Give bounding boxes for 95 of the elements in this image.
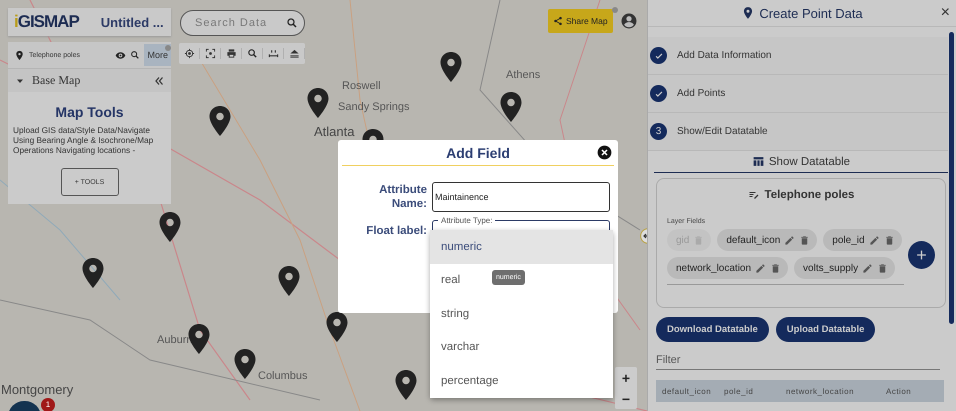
scrollbar[interactable] [949,32,954,324]
place-label: Montgomery [1,382,74,397]
edit-icon[interactable] [784,234,796,246]
card-title: Telephone poles [764,189,854,201]
place-label: Athens [506,69,540,81]
datatable-tab[interactable]: Show Datatable [654,151,948,173]
delete-icon [693,234,704,246]
map-pin-icon [14,50,25,60]
check-icon [650,47,667,64]
locate-icon[interactable] [184,48,194,59]
map-pin-icon[interactable] [82,258,104,288]
zoom-in-button[interactable]: + [615,367,637,388]
dropdown-option[interactable]: numeric [430,230,613,264]
action-button[interactable]: Download Datatable [656,317,769,342]
chip-label: default_icon [726,234,780,246]
print-icon[interactable] [226,48,236,59]
delete-icon[interactable] [770,262,782,274]
chip-label: volts_supply [803,262,858,274]
delete-icon[interactable] [799,234,810,246]
field-chip[interactable]: pole_id [823,229,902,251]
filter-field[interactable]: Filter [656,350,940,370]
column-header: default_icon [662,386,712,396]
map-pin-icon[interactable] [326,312,348,342]
eye-icon[interactable] [115,50,126,60]
base-map-row[interactable]: Base Map [8,68,171,92]
add-button[interactable]: + [908,241,935,269]
map-pin-icon[interactable] [440,52,462,82]
chip-label: network_location [676,262,752,274]
layers-icon[interactable] [288,48,300,59]
dialog-title: Add Field [446,144,510,160]
floating-label: Attribute Type: [438,216,496,225]
share-button[interactable]: Share Map [548,9,613,33]
map-pin-icon[interactable] [500,92,522,122]
close-icon[interactable] [597,145,612,160]
status-dot [612,7,618,13]
map-pin-icon[interactable] [278,266,300,296]
map-pin-icon[interactable] [159,212,181,242]
status-dot [165,45,171,51]
avatar-icon[interactable] [620,12,638,30]
zoom-out-button[interactable]: − [615,388,637,409]
action-button[interactable]: Upload Datatable [776,317,876,342]
collapse-icon[interactable] [153,74,165,86]
chip-label: pole_id [832,234,865,246]
base-map-label: Base Map [32,73,82,88]
step-number: 3 [650,123,667,140]
search-field[interactable]: Search Data [180,10,305,36]
map-pin-icon[interactable] [307,88,329,118]
step-row[interactable]: Add Points [648,75,948,113]
field-chip[interactable]: default_icon [717,229,818,251]
logo: iGISMAP [14,12,79,32]
share-icon [553,16,563,26]
count-badge: 1 [41,398,55,411]
place-label: Atlanta [314,124,354,139]
notes-icon [748,189,760,201]
focus-icon[interactable] [204,48,216,59]
step-label: Add Data Information [677,50,772,61]
column-header: Action [886,386,912,396]
close-button[interactable]: × [940,4,950,22]
dropdown-option[interactable]: percentage [430,364,613,398]
zoom-icon[interactable] [130,50,140,60]
field-label: Float label: [365,224,427,238]
edit-icon[interactable] [755,262,766,274]
field-chip[interactable]: network_location [667,257,788,279]
delete-icon[interactable] [877,262,888,274]
place-label: Roswell [342,80,381,92]
field-label: Attribute Name: [378,183,427,211]
panel-title: Create Point Data [759,6,863,20]
text-field[interactable]: Maintainence [432,182,610,212]
column-header: network_location [786,386,856,396]
step-row[interactable]: 3 Show/Edit Datatable [648,113,948,151]
map-pin-icon[interactable] [234,349,256,379]
check-icon [650,85,667,102]
measure-icon[interactable] [268,48,278,59]
delete-icon[interactable] [884,234,895,246]
more-button[interactable]: More [144,44,171,66]
map-pin-icon[interactable] [395,370,417,400]
card-description: Upload GIS data/Style Data/Navigate Using Bearing Angle & Isochrone/Map Operations Navigating locations - [13,125,154,155]
dropdown-option[interactable]: string [430,297,613,330]
dropdown-option[interactable]: varchar [430,330,613,364]
column-header: pole_id [724,386,754,396]
field-chip[interactable]: volts_supply [794,257,896,279]
step-label: Show/Edit Datatable [677,126,768,137]
table-icon [752,155,765,168]
search-icon[interactable] [286,17,298,29]
search-icon[interactable] [246,48,258,59]
map-view[interactable] [0,0,647,411]
step-row[interactable]: Add Data Information [648,37,948,75]
card-title: Map Tools [55,104,124,120]
step-label: Add Points [677,88,726,99]
place-label: Columbus [258,370,308,382]
edit-icon[interactable] [862,262,874,274]
edit-icon[interactable] [868,234,880,246]
map-title: Untitled ... [100,14,164,30]
map-pin-icon[interactable] [209,106,231,136]
place-label: Sandy Springs [338,101,410,113]
